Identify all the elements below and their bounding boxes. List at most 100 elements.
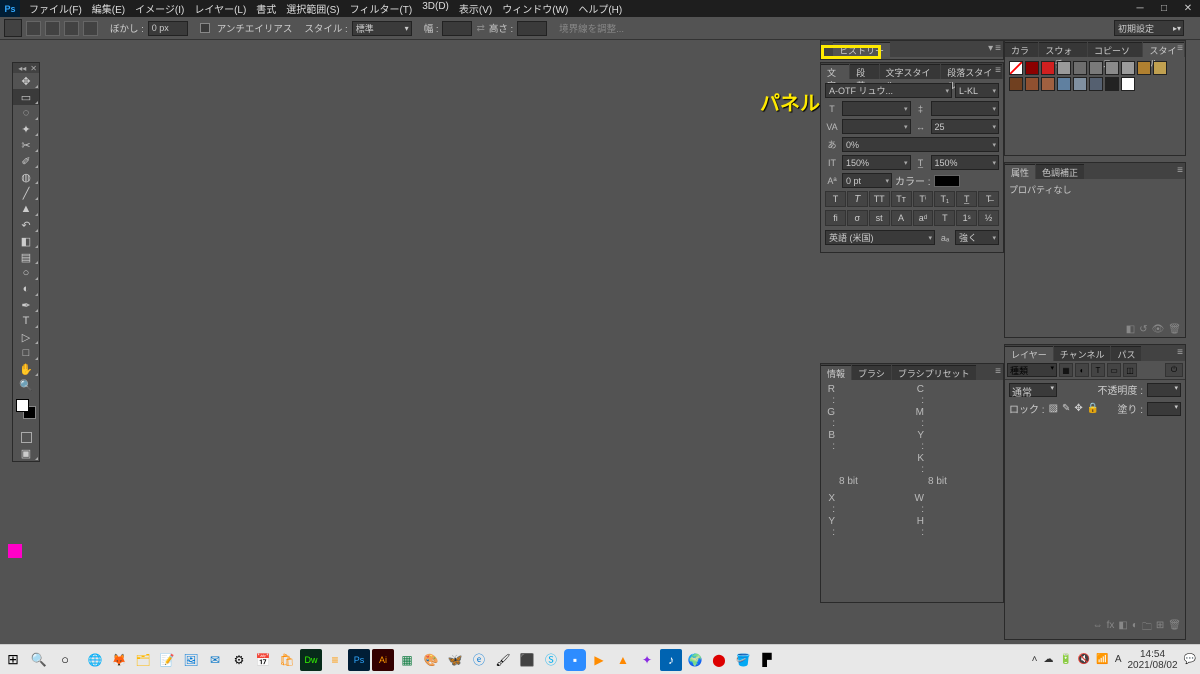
path-select-tool[interactable]: ▷ <box>13 329 39 345</box>
blend-mode-select[interactable]: 通常 <box>1009 383 1057 397</box>
style-swatch[interactable] <box>1089 61 1103 75</box>
record-icon[interactable]: ⬤ <box>708 649 730 671</box>
zoom-tool[interactable]: 🔍 <box>13 377 39 393</box>
layer-mask-icon[interactable]: ◧ <box>1118 620 1127 637</box>
opentype-1st-button[interactable]: 1ˢ <box>956 210 977 226</box>
tab-layers[interactable]: レイヤー <box>1005 346 1053 361</box>
allcaps-button[interactable]: TT <box>869 191 890 207</box>
style-swatch[interactable] <box>1105 61 1119 75</box>
tab-swatches[interactable]: スウォッチ <box>1039 42 1087 57</box>
brush-icon[interactable]: 🖌 <box>492 649 514 671</box>
italic-button[interactable]: T <box>847 191 868 207</box>
toolbox-close-icon[interactable]: ✕ <box>30 64 37 73</box>
style-swatch[interactable] <box>1009 77 1023 91</box>
kerning-field[interactable] <box>842 119 911 134</box>
selection-mode-intersect-icon[interactable] <box>83 21 98 36</box>
gradient-tool[interactable]: ▤ <box>13 249 39 265</box>
pen-tool[interactable]: ✒ <box>13 297 39 313</box>
style-swatch[interactable] <box>1153 61 1167 75</box>
store-icon[interactable]: 🛍 <box>276 649 298 671</box>
min-button[interactable]: ─ <box>1128 0 1152 17</box>
subscript-button[interactable]: T₁ <box>934 191 955 207</box>
menu-select[interactable]: 選択範囲(S) <box>281 0 344 18</box>
opentype-st-button[interactable]: st <box>869 210 890 226</box>
menu-file[interactable]: ファイル(F) <box>24 0 87 18</box>
screenmode-toggle[interactable]: ▣ <box>13 445 39 461</box>
tray-cloud-icon[interactable]: ☁ <box>1043 654 1053 665</box>
search-button[interactable]: 🔍 <box>26 647 52 673</box>
menu-edit[interactable]: 編集(E) <box>87 0 130 18</box>
cortana-button[interactable]: ○ <box>52 647 78 673</box>
style-swatch[interactable] <box>1089 77 1103 91</box>
height-field[interactable] <box>517 21 547 36</box>
illustrator-icon[interactable]: Ai <box>372 649 394 671</box>
active-tool-icon[interactable] <box>4 19 22 37</box>
healing-tool[interactable]: ◍ <box>13 169 39 185</box>
style-swatch[interactable] <box>1105 77 1119 91</box>
selection-mode-new-icon[interactable] <box>26 21 41 36</box>
style-swatch[interactable] <box>1121 77 1135 91</box>
opentype-fi-button[interactable]: fi <box>825 210 846 226</box>
antialias-checkbox[interactable] <box>200 23 210 33</box>
tray-chevron-icon[interactable]: ˄ <box>1032 654 1038 665</box>
style-swatch[interactable] <box>1009 61 1023 75</box>
smallcaps-button[interactable]: Tᴛ <box>891 191 912 207</box>
menu-window[interactable]: ウィンドウ(W) <box>497 0 573 18</box>
photoshop-icon[interactable]: Ps <box>348 649 370 671</box>
lock-all-icon[interactable]: 🔒 <box>1087 403 1099 414</box>
tab-color[interactable]: カラー <box>1005 42 1038 57</box>
obs-icon[interactable]: ⬛ <box>516 649 538 671</box>
tab-adjustments[interactable]: 色調補正 <box>1036 164 1084 179</box>
style-swatch[interactable] <box>1073 61 1087 75</box>
bold-button[interactable]: T <box>825 191 846 207</box>
adjustment-clip-icon[interactable]: ◧ <box>1126 324 1135 335</box>
refine-edge-button[interactable]: 境界線を調整... <box>559 21 624 35</box>
selection-mode-subtract-icon[interactable] <box>64 21 79 36</box>
calendar-icon[interactable]: 📅 <box>252 649 274 671</box>
underline-button[interactable]: T̲ <box>956 191 977 207</box>
menu-image[interactable]: イメージ(I) <box>130 0 189 18</box>
tab-info[interactable]: 情報 <box>821 365 851 380</box>
notepad-icon[interactable]: 📝 <box>156 649 178 671</box>
panel-menu-icon[interactable]: ≡ <box>995 366 1001 377</box>
swap-dims-icon[interactable]: ⇄ <box>476 23 484 34</box>
delete-layer-icon[interactable]: 🗑 <box>1168 620 1181 637</box>
workspace-select[interactable]: 初期設定 <box>1114 20 1184 36</box>
move-tool[interactable]: ✥ <box>13 73 39 89</box>
link-layers-icon[interactable]: ⇔ <box>1093 620 1103 637</box>
toolbox-collapse-icon[interactable]: ◂◂ <box>18 64 26 73</box>
layers-list[interactable] <box>1005 418 1185 628</box>
tab-parastyle[interactable]: 段落スタイル <box>941 64 1002 79</box>
media-icon[interactable]: ▶ <box>588 649 610 671</box>
tab-charstyle[interactable]: 文字スタイル <box>880 64 941 79</box>
hand-tool[interactable]: ✋ <box>13 361 39 377</box>
zoom-icon[interactable]: ▪ <box>564 649 586 671</box>
style-swatch[interactable] <box>1057 61 1071 75</box>
eyedropper-tool[interactable]: ✐ <box>13 153 39 169</box>
butterfly-icon[interactable]: 🦋 <box>444 649 466 671</box>
crop-tool[interactable]: ✂ <box>13 137 39 153</box>
magic-wand-tool[interactable]: ✦ <box>13 121 39 137</box>
style-swatch[interactable] <box>1041 61 1055 75</box>
tab-brush[interactable]: ブラシ <box>852 365 891 380</box>
tab-brushpreset[interactable]: ブラシプリセット <box>892 365 976 380</box>
lock-paint-icon[interactable]: ✎ <box>1062 403 1070 414</box>
leading-field[interactable] <box>931 101 1000 116</box>
layer-filter-type-icon[interactable]: T <box>1091 363 1105 377</box>
tray-ime-icon[interactable]: A <box>1115 654 1122 665</box>
panel-menu-icon[interactable]: ≡ <box>1177 43 1183 54</box>
menu-filter[interactable]: フィルター(T) <box>345 0 418 18</box>
history-brush-tool[interactable]: ↶ <box>13 217 39 233</box>
chrome-icon[interactable]: 🌐 <box>84 649 106 671</box>
sublime-icon[interactable]: ≡ <box>324 649 346 671</box>
marquee-tool[interactable]: ▭ <box>13 89 39 105</box>
panel-menu-icon[interactable]: ≡ <box>995 65 1001 76</box>
menu-3d[interactable]: 3D(D) <box>417 0 454 18</box>
quickmask-toggle[interactable] <box>13 429 39 445</box>
superscript-button[interactable]: Tⁱ <box>913 191 934 207</box>
photos-icon[interactable]: 🖼 <box>180 649 202 671</box>
new-group-icon[interactable]: 🗀 <box>1142 620 1152 637</box>
tray-battery-icon[interactable]: 🔋 <box>1059 654 1071 665</box>
panel-collapse-icon[interactable]: ▾ <box>988 43 993 54</box>
layer-filter-smart-icon[interactable]: ◫ <box>1123 363 1137 377</box>
